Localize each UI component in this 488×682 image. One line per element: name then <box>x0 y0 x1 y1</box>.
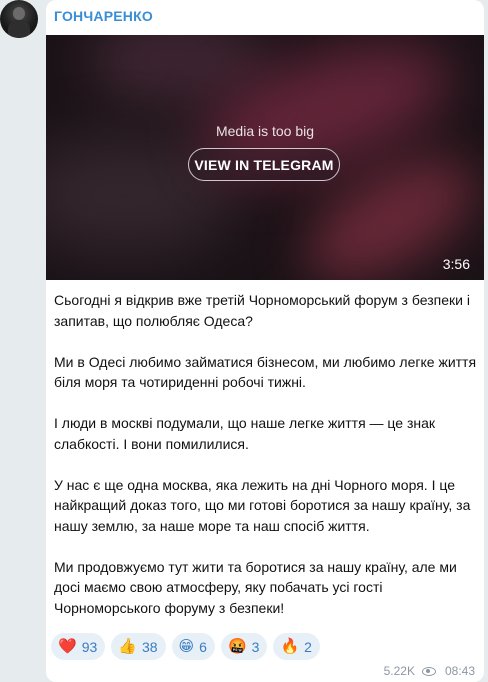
grin-icon: 😁 <box>178 637 195 655</box>
post-paragraph: Ми в Одесі любимо займатися бізнесом, ми… <box>54 353 477 391</box>
angry-face-icon: 🤬 <box>227 637 247 655</box>
avatar-head-shape <box>13 7 25 20</box>
thumbs-up-icon: 👍 <box>118 637 137 655</box>
reaction-count: 38 <box>141 638 158 655</box>
post-text: Сьогодні я відкрив вже третій Чорноморсь… <box>54 290 478 639</box>
reaction-grin[interactable]: 😁 6 <box>171 633 215 660</box>
reactions-bar: ❤️ 93 👍 38 😁 6 🤬 3 🔥 2 <box>51 633 320 660</box>
post-paragraph: У нас є ще одна москва, яка лежить на дн… <box>54 476 471 534</box>
heart-icon: ❤️ <box>58 637 77 655</box>
video-preview[interactable]: Media is too big VIEW IN TELEGRAM 3:56 <box>46 35 484 280</box>
view-in-telegram-button[interactable]: VIEW IN TELEGRAM <box>188 148 340 181</box>
message-bubble: ГОНЧАРЕНКО Media is too big VIEW IN TELE… <box>46 0 484 682</box>
post-paragraph: Ми продовжуємо тут жити та боротися за н… <box>54 558 457 616</box>
reaction-count: 6 <box>199 638 207 655</box>
video-duration: 3:56 <box>442 256 470 272</box>
message-time: 08:43 <box>444 664 475 678</box>
post-paragraph: Сьогодні я відкрив вже третій Чорноморсь… <box>54 292 470 329</box>
channel-name[interactable]: ГОНЧАРЕНКО <box>54 8 153 24</box>
fire-icon: 🔥 <box>280 637 300 655</box>
reaction-heart[interactable]: ❤️ 93 <box>51 633 106 660</box>
post-paragraph: І люди в москві подумали, що наше легке … <box>54 415 436 452</box>
message-meta: 5.22K 08:43 <box>384 664 475 678</box>
channel-avatar[interactable] <box>0 0 38 38</box>
reaction-thumbs-up[interactable]: 👍 38 <box>111 633 166 660</box>
view-count: 5.22K <box>383 664 415 678</box>
reaction-count: 93 <box>81 638 98 655</box>
avatar-body-shape <box>8 20 30 38</box>
reaction-count: 2 <box>304 638 312 655</box>
reaction-angry-face[interactable]: 🤬 3 <box>220 633 268 660</box>
reaction-fire[interactable]: 🔥 2 <box>273 633 320 660</box>
reaction-count: 3 <box>251 638 260 655</box>
media-too-big-message: Media is too big <box>215 123 315 139</box>
eye-icon <box>421 666 436 676</box>
